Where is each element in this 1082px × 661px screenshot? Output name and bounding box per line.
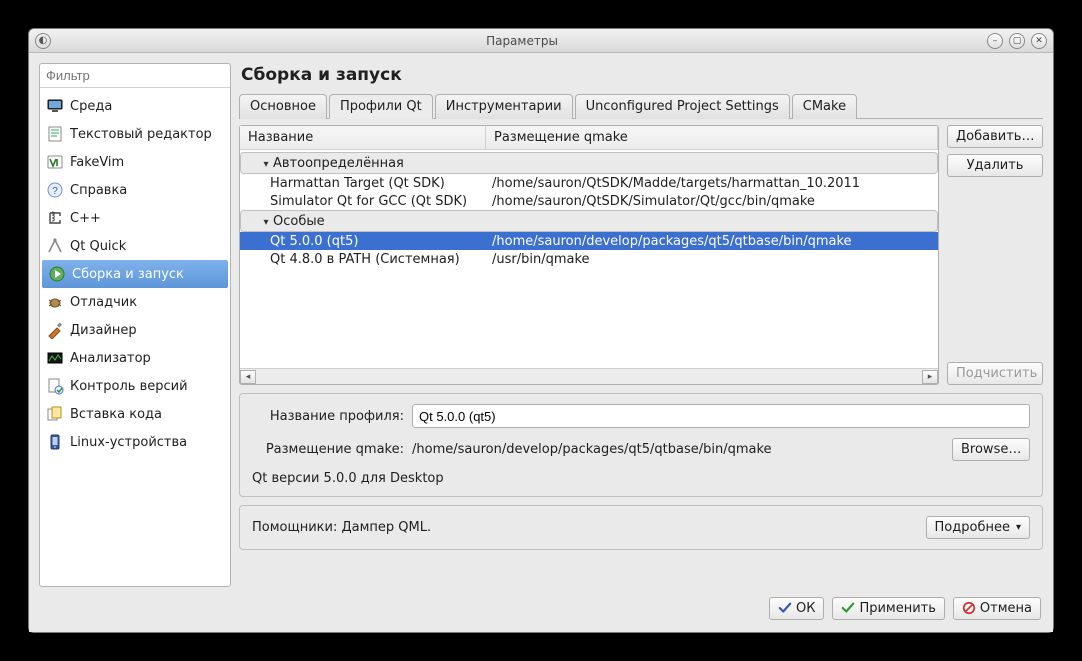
category-item[interactable]: Отладчик [40, 288, 230, 316]
tab[interactable]: CMake [792, 94, 857, 119]
category-label: Среда [70, 99, 112, 114]
category-label: Qt Quick [70, 239, 126, 254]
linux-devices-icon [46, 433, 64, 451]
category-label: Дизайнер [70, 323, 137, 338]
window-menu-icon[interactable]: ◐ [35, 33, 51, 49]
category-label: C++ [70, 211, 101, 226]
minimize-button[interactable]: – [987, 33, 1003, 49]
window-title: Параметры [57, 34, 987, 48]
category-item[interactable]: Сборка и запуск [42, 260, 228, 288]
category-item[interactable]: ? Справка [40, 176, 230, 204]
cleanup-button[interactable]: Подчистить [947, 362, 1043, 385]
text-editor-icon [46, 125, 64, 143]
category-item[interactable]: C++ [40, 204, 230, 232]
qt-versions-tree[interactable]: Название Размещение qmake ▾Автоопределён… [239, 125, 939, 385]
category-item[interactable]: Дизайнер [40, 316, 230, 344]
cpp-icon [46, 209, 64, 227]
code-paste-icon [46, 405, 64, 423]
qtquick-icon [46, 237, 64, 255]
add-button[interactable]: Добавить… [947, 125, 1043, 148]
browse-button[interactable]: Browse… [952, 438, 1030, 461]
analyzer-icon [46, 349, 64, 367]
tree-group[interactable]: ▾Особые [240, 210, 938, 232]
cancel-red-icon [962, 601, 976, 615]
designer-icon [46, 321, 64, 339]
qmake-path-value: /home/sauron/develop/packages/qt5/qtbase… [412, 442, 944, 457]
cancel-label: Отмена [980, 601, 1032, 616]
qmake-path-label: Размещение qmake: [252, 442, 404, 457]
build-run-icon [48, 265, 66, 283]
chevron-down-icon: ▾ [1016, 522, 1021, 533]
profile-name-label: Название профиля: [252, 409, 404, 424]
category-label: Отладчик [70, 295, 137, 310]
column-header-qmake[interactable]: Размещение qmake [486, 126, 938, 149]
check-green-icon [841, 601, 855, 615]
check-blue-icon [778, 601, 792, 615]
category-item[interactable]: Текстовый редактор [40, 120, 230, 148]
category-item[interactable]: Анализатор [40, 344, 230, 372]
category-sidebar: Среда Текстовый редактор FakeVim? Справка C+… [39, 63, 231, 587]
category-label: Справка [70, 183, 127, 198]
filter-input[interactable] [40, 64, 230, 88]
category-label: Контроль версий [70, 379, 188, 394]
profile-name-input[interactable] [412, 404, 1030, 428]
tree-row[interactable]: Qt 5.0.0 (qt5)/home/sauron/develop/packa… [240, 232, 938, 250]
ok-label: ОК [796, 601, 815, 616]
debugger-icon [46, 293, 64, 311]
category-label: Анализатор [70, 351, 151, 366]
category-label: Вставка кода [70, 407, 162, 422]
helpers-group: Помощники: Дампер QML. Подробнее ▾ [239, 505, 1043, 550]
tree-hscroll[interactable]: ◂ ▸ [240, 368, 938, 384]
tab[interactable]: Инструментарии [435, 94, 573, 119]
scroll-left-icon[interactable]: ◂ [240, 370, 256, 384]
close-button[interactable]: ✕ [1031, 33, 1047, 49]
tab[interactable]: Основное [239, 94, 327, 119]
page-title: Сборка и запуск [241, 65, 1043, 85]
help-icon: ? [46, 181, 64, 199]
column-header-name[interactable]: Название [240, 126, 486, 149]
category-label: Текстовый редактор [70, 127, 212, 142]
tree-group[interactable]: ▾Автоопределённая [240, 152, 938, 174]
apply-label: Применить [859, 601, 935, 616]
helpers-more-button[interactable]: Подробнее ▾ [926, 516, 1030, 539]
helpers-more-label: Подробнее [935, 520, 1010, 535]
category-item[interactable]: Среда [40, 92, 230, 120]
category-item[interactable]: FakeVim [40, 148, 230, 176]
ok-button[interactable]: ОК [769, 597, 824, 620]
category-label: FakeVim [70, 155, 124, 170]
category-item[interactable]: Linux-устройства [40, 428, 230, 456]
vcs-icon [46, 377, 64, 395]
maximize-button[interactable]: ▢ [1009, 33, 1025, 49]
dialog-window: ◐ Параметры – ▢ ✕ Среда Текстовый редакто… [28, 28, 1054, 633]
tree-row[interactable]: Simulator Qt for GCC (Qt SDK)/home/sauro… [240, 192, 938, 210]
category-label: Сборка и запуск [72, 267, 184, 282]
cancel-button[interactable]: Отмена [953, 597, 1041, 620]
svg-text:?: ? [52, 186, 58, 197]
tab[interactable]: Unconfigured Project Settings [575, 94, 790, 119]
tab-bar: ОсновноеПрофили QtИнструментарииUnconfig… [239, 93, 1043, 119]
tab[interactable]: Профили Qt [329, 94, 433, 119]
profile-summary: Qt версии 5.0.0 для Desktop [252, 471, 1030, 486]
fakevim-icon [46, 153, 64, 171]
apply-button[interactable]: Применить [832, 597, 944, 620]
title-bar: ◐ Параметры – ▢ ✕ [29, 29, 1053, 53]
tree-row[interactable]: Qt 4.8.0 в PATH (Системная)/usr/bin/qmak… [240, 250, 938, 268]
category-item[interactable]: Qt Quick [40, 232, 230, 260]
scroll-right-icon[interactable]: ▸ [922, 370, 938, 384]
dialog-button-row: ОК Применить Отмена [39, 587, 1043, 622]
remove-button[interactable]: Удалить [947, 154, 1043, 177]
helpers-label: Помощники: Дампер QML. [252, 520, 926, 535]
category-item[interactable]: Вставка кода [40, 400, 230, 428]
monitor-icon [46, 97, 64, 115]
expander-icon[interactable]: ▾ [261, 217, 271, 228]
expander-icon[interactable]: ▾ [261, 159, 271, 170]
category-label: Linux-устройства [70, 435, 187, 450]
profile-details-group: Название профиля: Размещение qmake: /hom… [239, 393, 1043, 497]
tree-row[interactable]: Harmattan Target (Qt SDK)/home/sauron/Qt… [240, 174, 938, 192]
category-item[interactable]: Контроль версий [40, 372, 230, 400]
